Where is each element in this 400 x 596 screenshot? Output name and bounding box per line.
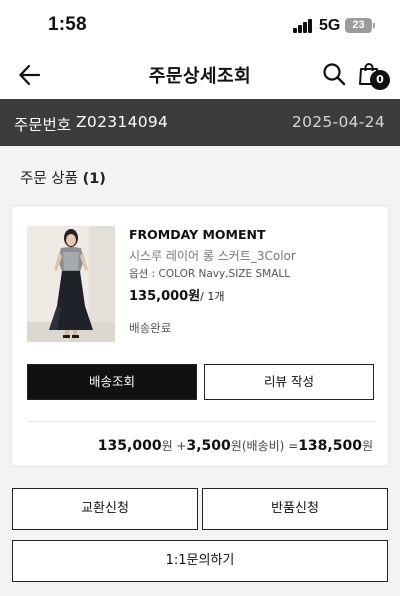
product-quantity: / 1개 xyxy=(200,290,225,303)
product-name[interactable]: 시스루 레이어 롱 스커트_3Color xyxy=(129,247,296,264)
product-image[interactable] xyxy=(27,226,115,342)
network-label: 5G xyxy=(319,17,341,34)
delivery-status: 배송완료 xyxy=(129,321,172,335)
signal-icon xyxy=(293,19,313,33)
order-number-label: 주문번호 xyxy=(14,116,72,134)
status-time: 1:58 xyxy=(48,14,87,35)
won-label: 원 + xyxy=(161,439,187,453)
search-icon xyxy=(323,63,346,86)
search-button[interactable] xyxy=(322,62,346,86)
battery-icon: 23 xyxy=(345,18,375,33)
write-review-button[interactable]: 리뷰 작성 xyxy=(204,364,374,400)
shipping-fee: 3,500 xyxy=(186,438,231,454)
product-photo xyxy=(27,226,115,342)
order-number: Z02314094 xyxy=(76,113,169,131)
divider xyxy=(27,421,375,422)
product-option: 옵션 : COLOR Navy,SIZE SMALL xyxy=(129,268,291,280)
section-title: 주문 상품 xyxy=(20,171,78,187)
cart-button[interactable]: 0 xyxy=(358,62,392,92)
section-count: (1) xyxy=(82,171,106,187)
section-heading: 주문 상품 (1) xyxy=(20,167,106,188)
product-card: FROMDAY MOMENT 시스루 레이어 롱 스커트_3Color 옵션 :… xyxy=(11,205,389,467)
return-request-button[interactable]: 반품신청 xyxy=(202,488,388,530)
shipping-fee-label: 원(배송비) = xyxy=(230,439,299,453)
cart-count-badge: 0 xyxy=(370,70,390,90)
nav-header: 주문상세조회 0 xyxy=(0,50,400,99)
order-total-line: 135,000원 +3,500원(배송비) =138,500원 xyxy=(98,437,373,454)
exchange-request-button[interactable]: 교환신청 xyxy=(12,488,198,530)
inquiry-button[interactable]: 1:1문의하기 xyxy=(12,540,388,582)
track-delivery-button[interactable]: 배송조회 xyxy=(27,364,197,400)
won-label: 원 xyxy=(361,439,373,453)
price-line: 135,000원/ 1개 xyxy=(129,285,225,304)
order-info-bar: 주문번호 Z02314094 2025-04-24 xyxy=(0,99,400,146)
product-price: 135,000원 xyxy=(129,289,201,304)
order-date: 2025-04-24 xyxy=(291,113,385,131)
product-total: 135,000 xyxy=(97,438,162,454)
product-brand: FROMDAY MOMENT xyxy=(129,227,266,242)
grand-total: 138,500 xyxy=(298,438,362,454)
status-bar: 1:58 5G 23 xyxy=(0,0,400,50)
